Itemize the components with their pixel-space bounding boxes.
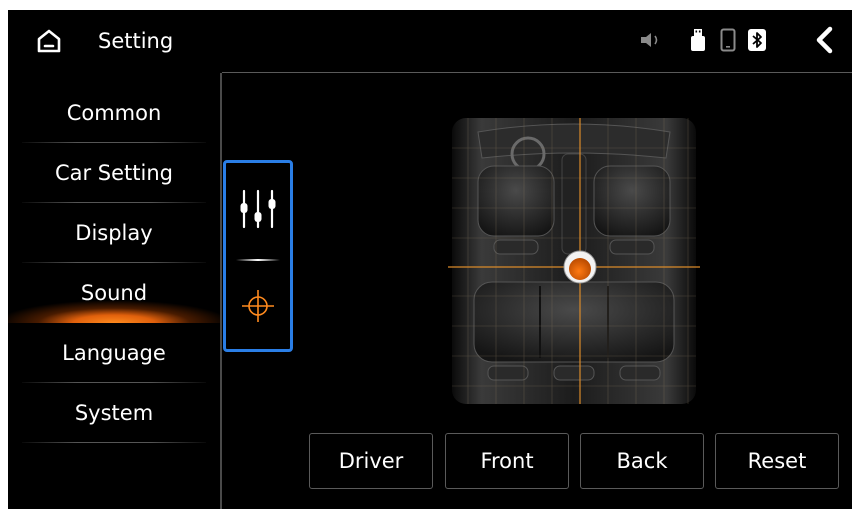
volume-icon [638, 26, 664, 54]
sidebar-item-label: Display [75, 221, 153, 245]
home-icon [37, 29, 61, 53]
balance-knob[interactable] [563, 250, 597, 284]
reset-button[interactable]: Reset [715, 433, 839, 489]
sidebar-item-display[interactable]: Display [8, 203, 220, 263]
sidebar-item-label: Car Setting [54, 161, 174, 185]
usb-icon [688, 26, 708, 54]
bluetooth-icon [746, 26, 768, 54]
sidebar-item-label: Language [62, 341, 166, 365]
equalizer-mode-button[interactable] [226, 181, 290, 237]
sidebar-item-common[interactable]: Common [8, 83, 220, 143]
sidebar-item-label: Common [66, 101, 162, 125]
driver-button[interactable]: Driver [309, 433, 433, 489]
mode-separator [236, 259, 280, 261]
header-divider [222, 72, 852, 73]
settings-sidebar: Common Car Setting Display Sound Languag… [8, 73, 222, 509]
back-balance-button[interactable]: Back [580, 433, 704, 489]
sidebar-item-sound[interactable]: Sound [8, 263, 220, 323]
back-button[interactable] [808, 24, 840, 56]
car-balance-view[interactable] [448, 114, 700, 408]
header-bar: Setting [8, 10, 852, 72]
sidebar-divider [220, 73, 222, 509]
sidebar-item-system[interactable]: System [8, 383, 220, 443]
sidebar-item-label: Sound [80, 281, 148, 305]
sound-mode-panel [223, 160, 293, 352]
sidebar-separator [22, 442, 206, 443]
front-button[interactable]: Front [445, 433, 569, 489]
sidebar-item-language[interactable]: Language [8, 323, 220, 383]
sidebar-item-label: System [74, 401, 154, 425]
back-arrow-icon [816, 26, 833, 54]
home-button[interactable] [32, 24, 66, 58]
crosshair-icon [242, 290, 274, 322]
page-title: Setting [98, 29, 174, 53]
phone-icon [718, 26, 738, 54]
head-unit-screen: Setting Common Car Setting Display Sound… [8, 10, 852, 509]
equalizer-icon [240, 189, 276, 229]
sidebar-item-car-setting[interactable]: Car Setting [8, 143, 220, 203]
balance-mode-button[interactable] [226, 281, 290, 331]
